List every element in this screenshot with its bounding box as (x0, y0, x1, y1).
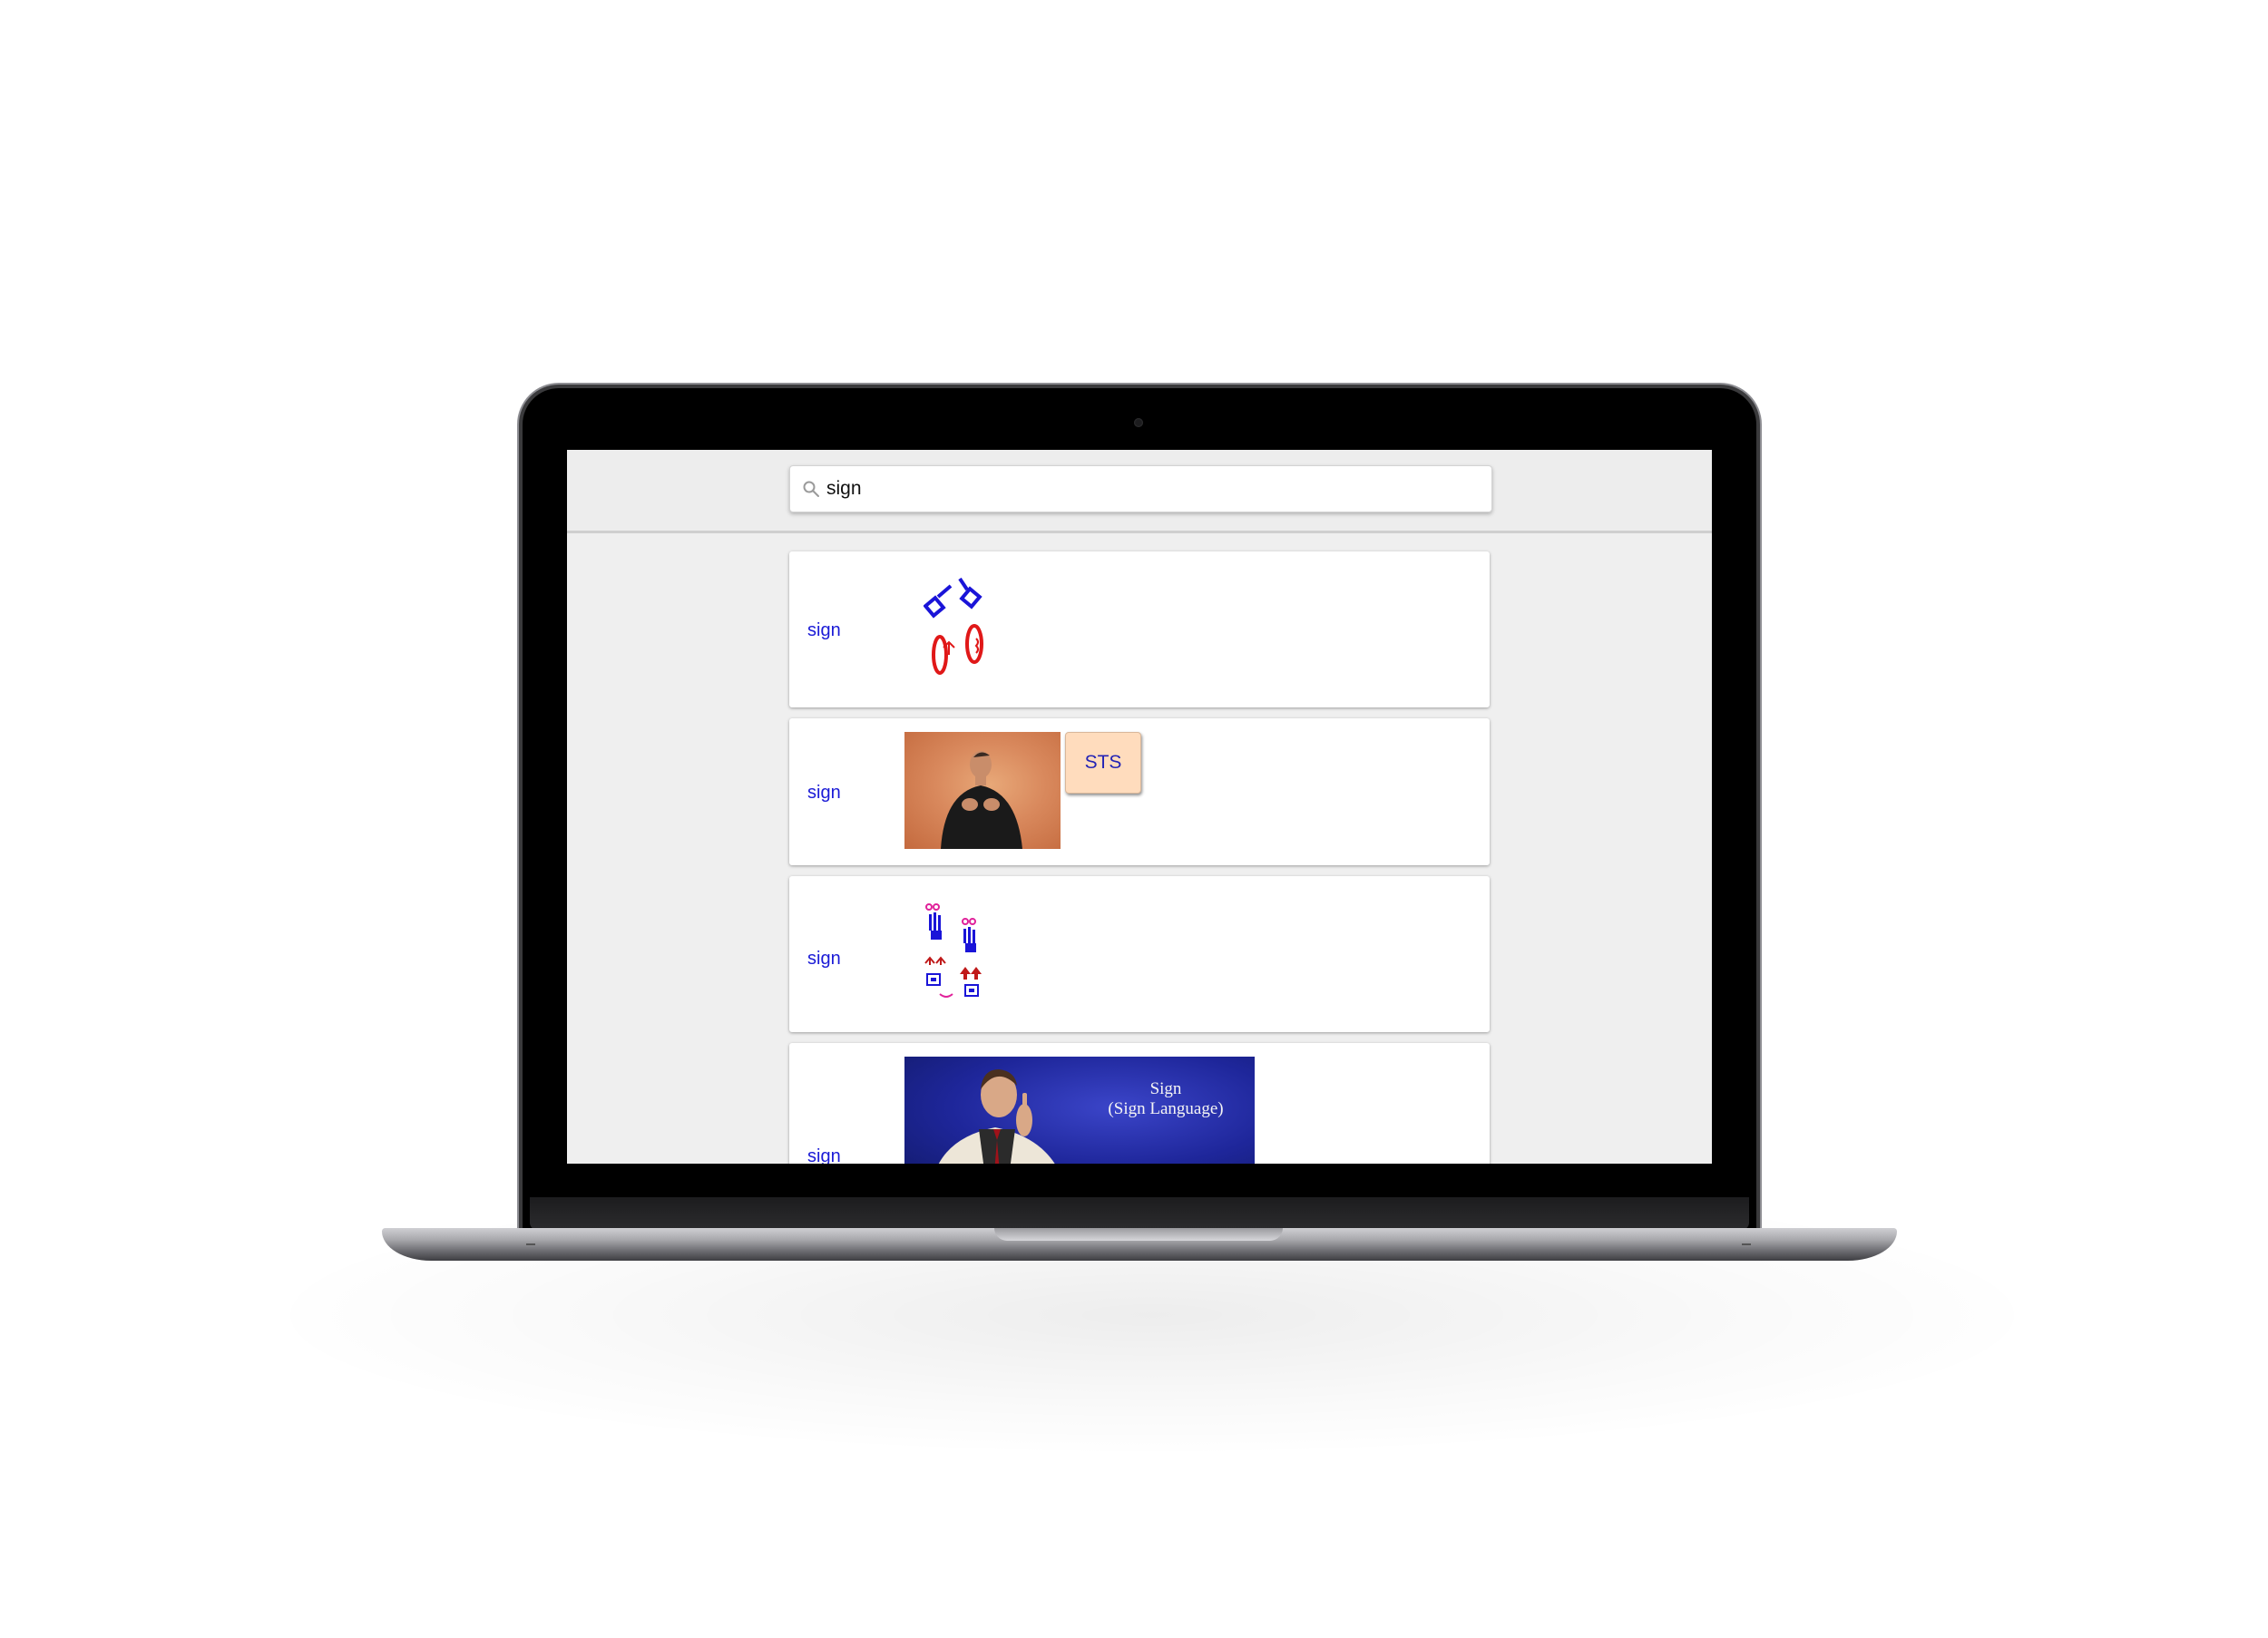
search-box[interactable]: sign (789, 465, 1492, 512)
result-card[interactable]: sign STS (789, 718, 1490, 865)
laptop-foot (526, 1243, 535, 1245)
result-word-link[interactable]: sign (807, 949, 841, 970)
laptop-foot (1742, 1243, 1751, 1245)
video-caption: Sign (Sign Language) (1093, 1079, 1238, 1119)
product-mockup: sign sign sign STS sign sign Sign (Sign … (0, 0, 2268, 1638)
laptop-notch (994, 1228, 1283, 1241)
search-header: sign (567, 450, 1712, 533)
app-screen: sign sign sign STS sign sign Sign (Sign … (567, 450, 1712, 1164)
video-thumbnail[interactable]: Sign (Sign Language) (904, 1057, 1255, 1164)
search-icon (801, 479, 821, 499)
result-card[interactable]: sign (789, 876, 1490, 1032)
result-word-link[interactable]: sign (807, 1146, 841, 1164)
webcam (1134, 418, 1143, 427)
result-card[interactable]: sign (789, 551, 1490, 707)
result-card[interactable]: sign Sign (Sign Language) (789, 1043, 1490, 1164)
video-title: Sign (1149, 1079, 1182, 1098)
search-input[interactable]: sign (826, 478, 862, 500)
video-subtitle: (Sign Language) (1108, 1099, 1224, 1118)
sts-button[interactable]: STS (1065, 732, 1141, 794)
result-word-link[interactable]: sign (807, 620, 841, 641)
signwriting-symbol (924, 903, 982, 998)
result-word-link[interactable]: sign (807, 783, 841, 804)
laptop-hinge (530, 1197, 1749, 1230)
signwriting-symbol (924, 577, 983, 675)
video-thumbnail[interactable] (904, 732, 1061, 849)
